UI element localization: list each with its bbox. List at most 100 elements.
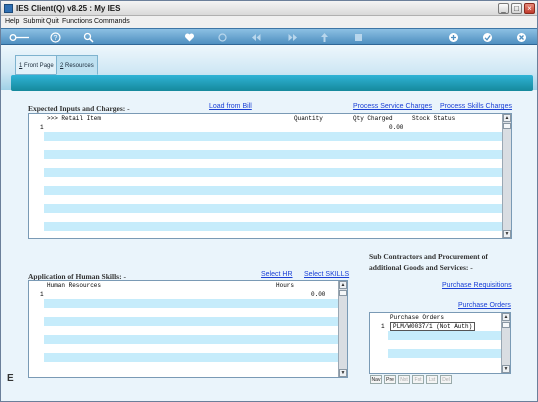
- menu-functions[interactable]: Functions: [62, 18, 92, 25]
- scroll-down-icon[interactable]: ▼: [503, 230, 511, 238]
- close-icon[interactable]: [516, 32, 527, 43]
- skills-grid-header: Human Resources Hours: [29, 281, 339, 290]
- menu-commands[interactable]: Commands: [94, 18, 130, 25]
- inputs-scrollbar[interactable]: ▲ ▼: [502, 114, 511, 238]
- purchase-requisitions-link[interactable]: Purchase Requisitions: [442, 282, 512, 289]
- table-row[interactable]: [44, 132, 503, 141]
- table-row[interactable]: [44, 177, 503, 186]
- scroll-thumb[interactable]: [339, 290, 347, 296]
- row-number: 1: [40, 124, 44, 131]
- table-row[interactable]: [388, 349, 502, 358]
- tab-resources-num: 2: [60, 63, 64, 69]
- subcontract-title-line2: additional Goods and Services: -: [369, 263, 473, 272]
- stop-icon[interactable]: [353, 32, 364, 43]
- col-stock-status: Stock Status: [412, 115, 456, 122]
- help-icon[interactable]: ?: [50, 32, 61, 43]
- table-row[interactable]: [44, 204, 503, 213]
- scroll-up-icon[interactable]: ▲: [502, 313, 510, 321]
- skills-scrollbar[interactable]: ▲ ▼: [338, 281, 347, 377]
- process-service-charges-link[interactable]: Process Service Charges: [353, 103, 432, 110]
- inputs-grid: >>> Retail Item Quantity Qty Charged Sto…: [28, 113, 512, 239]
- fast-forward-icon[interactable]: [287, 32, 298, 43]
- tab-front-page[interactable]: 1 Front Page: [15, 55, 58, 75]
- minimize-button[interactable]: _: [498, 3, 509, 14]
- table-row[interactable]: [44, 317, 339, 326]
- resources-panel: Expected Inputs and Charges: - Load from…: [1, 91, 537, 401]
- table-row[interactable]: [44, 168, 503, 177]
- nav-delete-button[interactable]: Del: [440, 375, 452, 384]
- scroll-thumb[interactable]: [502, 322, 510, 328]
- tab-front-page-num: 1: [19, 63, 23, 69]
- nav-new-button[interactable]: Nav: [370, 375, 382, 384]
- left-edge-fragment: E: [7, 373, 14, 384]
- table-row[interactable]: [44, 308, 339, 317]
- nav-next-button[interactable]: Nxt: [398, 375, 410, 384]
- table-row[interactable]: 1 0.00: [29, 123, 503, 132]
- col-qty-charged: Qty Charged: [353, 115, 393, 122]
- table-row[interactable]: [44, 344, 339, 353]
- skills-grid: Human Resources Hours 1 0.00 ▲ ▼: [28, 280, 348, 378]
- subcontract-title-line1: Sub Contractors and Procurement of: [369, 252, 488, 261]
- table-row[interactable]: [44, 141, 503, 150]
- menu-help[interactable]: Help: [5, 18, 19, 25]
- app-window: IES Client(Q) v8.25 : My IES _ □ × Help …: [0, 0, 538, 402]
- scroll-up-icon[interactable]: ▲: [503, 114, 511, 122]
- menu-quit[interactable]: Quit: [46, 18, 59, 25]
- scroll-down-icon[interactable]: ▼: [502, 365, 510, 373]
- table-row[interactable]: [44, 353, 339, 362]
- upload-icon[interactable]: [319, 32, 330, 43]
- table-row[interactable]: [44, 186, 503, 195]
- table-row[interactable]: [44, 195, 503, 204]
- table-row[interactable]: [44, 150, 503, 159]
- refresh-icon[interactable]: [217, 32, 228, 43]
- key-icon[interactable]: [9, 32, 31, 43]
- table-row[interactable]: [44, 335, 339, 344]
- hours-cell[interactable]: 0.00: [311, 291, 325, 298]
- scroll-down-icon[interactable]: ▼: [339, 369, 347, 377]
- purchase-orders-scrollbar[interactable]: ▲ ▼: [501, 313, 510, 373]
- col-quantity: Quantity: [294, 115, 323, 122]
- scroll-thumb[interactable]: [503, 123, 511, 129]
- tab-front-page-label: Front Page: [24, 63, 54, 69]
- add-icon[interactable]: [448, 32, 459, 43]
- nav-previous-button[interactable]: Pre: [384, 375, 396, 384]
- table-row[interactable]: [44, 159, 503, 168]
- purchase-order-cell[interactable]: PLM/W0037/1 (Not Auth): [390, 322, 476, 331]
- heart-icon[interactable]: [184, 32, 195, 43]
- purchase-orders-header: Purchase Orders: [370, 313, 502, 322]
- select-skills-link[interactable]: Select SKILLS: [304, 271, 349, 278]
- qty-charged-cell[interactable]: 0.00: [389, 124, 403, 131]
- inputs-section-title: Expected Inputs and Charges: -: [28, 104, 130, 113]
- app-logo-icon: [4, 4, 13, 13]
- table-row[interactable]: [44, 222, 503, 231]
- table-row[interactable]: [388, 331, 502, 340]
- tab-resources[interactable]: 2 Resources: [56, 55, 98, 75]
- scroll-up-icon[interactable]: ▲: [339, 281, 347, 289]
- process-skills-charges-link[interactable]: Process Skills Charges: [440, 103, 512, 110]
- select-hr-link[interactable]: Select HR: [261, 271, 293, 278]
- table-row[interactable]: [44, 299, 339, 308]
- table-row[interactable]: [388, 340, 502, 349]
- table-row[interactable]: [44, 213, 503, 222]
- table-row[interactable]: [388, 358, 502, 367]
- nav-first-button[interactable]: Fst: [412, 375, 424, 384]
- close-window-button[interactable]: ×: [524, 3, 535, 14]
- header-band: [11, 75, 533, 91]
- load-from-bill-link[interactable]: Load from Bill: [209, 103, 252, 110]
- check-icon[interactable]: [482, 32, 493, 43]
- table-row[interactable]: 1 PLM/W0037/1 (Not Auth): [370, 322, 502, 331]
- maximize-button[interactable]: □: [511, 3, 522, 14]
- col-retail-item: >>> Retail Item: [47, 115, 102, 122]
- toolbar: ?: [1, 28, 537, 45]
- inputs-grid-header: >>> Retail Item Quantity Qty Charged Sto…: [29, 114, 503, 123]
- table-row[interactable]: [44, 326, 339, 335]
- rewind-icon[interactable]: [251, 32, 262, 43]
- row-number: 1: [40, 291, 44, 298]
- menu-submit[interactable]: Submit: [23, 18, 45, 25]
- table-row[interactable]: [44, 362, 339, 371]
- nav-last-button[interactable]: Lst: [426, 375, 438, 384]
- search-icon[interactable]: [83, 32, 94, 43]
- purchase-orders-link[interactable]: Purchase Orders: [458, 302, 511, 309]
- table-row[interactable]: 1 0.00: [29, 290, 339, 299]
- col-human-resources: Human Resources: [47, 282, 102, 289]
